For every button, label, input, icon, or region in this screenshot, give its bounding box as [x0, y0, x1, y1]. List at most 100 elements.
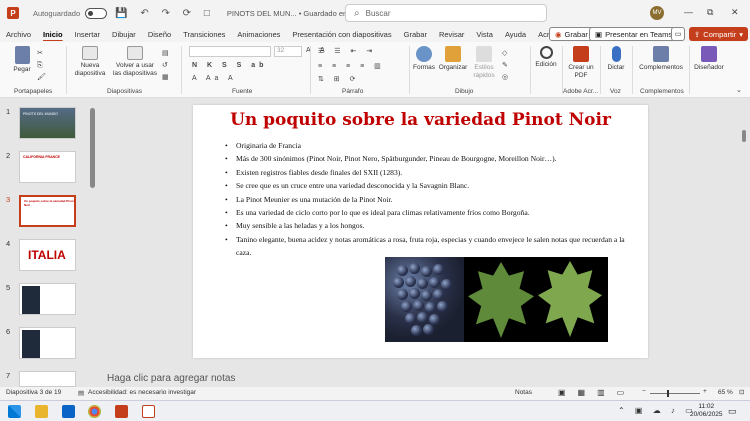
tab-archivo[interactable]: Archivo — [0, 30, 37, 39]
accessibility-status[interactable]: Accesibilidad: es necesario investigar — [88, 389, 196, 396]
thumb-number: 5 — [6, 283, 11, 292]
chrome-icon[interactable] — [88, 405, 101, 418]
quick-access-toolbar[interactable]: 💾 ↶ ↷ ⟳ □ — [115, 8, 215, 19]
zoom-out-icon[interactable]: − — [642, 388, 646, 395]
dictate-button[interactable]: Dictar — [603, 46, 629, 72]
thumb-number: 3 — [6, 195, 11, 204]
close-icon[interactable]: ✕ — [731, 7, 739, 18]
zoom-in-icon[interactable]: + — [703, 388, 707, 395]
minimize-icon[interactable]: — — [684, 7, 693, 17]
tab-animaciones[interactable]: Animaciones — [231, 30, 286, 39]
list-item: Es una variedad de ciclo corto por lo qu… — [223, 206, 633, 220]
grapes-photo[interactable] — [385, 257, 464, 342]
notifications-icon[interactable]: ▭ — [728, 406, 737, 417]
group-label-clipboard: Portapapeles — [14, 88, 53, 95]
list-indent-icons[interactable]: ☰ ☰ ⇤ ⇥ — [318, 47, 376, 55]
quick-styles-button[interactable]: Estilos rápidos — [470, 46, 498, 80]
thumb-number: 6 — [6, 327, 11, 336]
record-button[interactable]: ◉ Grabar — [549, 27, 594, 41]
present-in-teams-button[interactable]: ▣ Presentar en Teams — [589, 27, 679, 41]
arrange-button[interactable]: Organizar — [438, 46, 468, 72]
autosave-label: Autoguardado — [33, 8, 81, 18]
alignment-icons[interactable]: ≡ ≡ ≡ ≡ ▥ — [318, 62, 385, 70]
group-label-voice: Voz — [610, 88, 621, 95]
tab-inicio[interactable]: Inicio — [37, 30, 69, 39]
powerpoint-icon[interactable] — [115, 405, 128, 418]
outlook-icon[interactable] — [62, 405, 75, 418]
view-buttons[interactable]: ▣▦▥▭ — [558, 388, 636, 397]
new-slide-button[interactable]: Nueva diapositiva — [72, 46, 108, 78]
zoom-slider[interactable] — [650, 393, 700, 394]
new-slide-icon — [82, 46, 98, 60]
search-input[interactable]: ⌕ Buscar — [345, 4, 547, 22]
fit-slide-icon[interactable]: ⊡ — [739, 388, 744, 396]
comments-button[interactable]: ▭ — [671, 27, 685, 41]
addins-button[interactable]: Complementos — [636, 46, 686, 72]
layout-reset-section-icons[interactable]: ▤ ↺ ▦ — [162, 48, 169, 84]
thumbnail-slide-4[interactable]: ITALIA — [19, 239, 76, 271]
search-placeholder: Buscar — [365, 8, 391, 18]
spellcheck-icon[interactable]: ▤ — [78, 389, 84, 397]
bold-italic-underline-icons[interactable]: N K S S ab — [192, 62, 267, 69]
restore-icon[interactable]: ⧉ — [707, 7, 713, 18]
slide-bullet-list[interactable]: Originaria de Francia Más de 300 sinónim… — [223, 139, 633, 260]
thumbnail-slide-2[interactable]: CALIFORNIA FRANCE — [19, 151, 76, 183]
shapes-button[interactable]: Formas — [410, 46, 438, 72]
cut-copy-format-icons[interactable]: ✂ ⎘ 🖌 — [37, 48, 46, 84]
designer-button[interactable]: Diseñador — [690, 46, 728, 72]
tab-vista[interactable]: Vista — [470, 30, 499, 39]
editing-button[interactable]: Edición — [532, 46, 560, 69]
font-family-select[interactable] — [189, 46, 271, 57]
tab-revisar[interactable]: Revisar — [433, 30, 470, 39]
thumbnail-slide-7[interactable] — [19, 371, 76, 387]
pdf-icon — [573, 46, 589, 62]
text-direction-icons[interactable]: ⇅ ⊞ ⟳ — [318, 75, 360, 83]
notes-button[interactable]: Notas — [515, 389, 532, 396]
file-explorer-icon[interactable] — [35, 405, 48, 418]
clipboard-icon — [14, 46, 30, 64]
slide-canvas[interactable]: Un poquito sobre la variedad Pinot Noir … — [193, 105, 648, 358]
zoom-level[interactable]: 65 % — [718, 389, 733, 396]
autosave-toggle[interactable] — [85, 7, 108, 19]
powerpoint-logo-icon: P — [7, 7, 19, 19]
tab-insertar[interactable]: Insertar — [69, 30, 106, 39]
designer-icon — [701, 46, 717, 62]
share-icon: ⇪ — [694, 29, 701, 39]
editor-scrollbar[interactable] — [742, 130, 746, 142]
chevron-down-icon: ▾ — [739, 29, 743, 39]
thumbnail-slide-6[interactable] — [19, 327, 76, 359]
acrobat-icon[interactable] — [142, 405, 155, 418]
slide-thumbnails-pane: 1 PINOTS DEL MUNDO 2 CALIFORNIA FRANCE 3… — [0, 100, 88, 387]
zoom-slider-thumb[interactable] — [667, 390, 669, 397]
thumbnail-slide-1[interactable]: PINOTS DEL MUNDO — [19, 107, 76, 139]
addins-icon — [653, 46, 669, 62]
tab-ayuda[interactable]: Ayuda — [499, 30, 532, 39]
fill-outline-effects-icons[interactable]: ◇ ✎ ◎ — [502, 48, 508, 84]
slide-title[interactable]: Un poquito sobre la variedad Pinot Noir — [193, 110, 648, 130]
system-tray-icons[interactable]: ⌃ ▣ ☁ ♪ ▭ — [618, 406, 697, 415]
system-clock[interactable]: 11:02 20/06/2025 — [690, 403, 723, 419]
font-size-select[interactable]: 32 — [274, 46, 302, 57]
collapse-ribbon-icon[interactable]: ⌄ — [736, 86, 746, 94]
thumbnails-scrollbar[interactable] — [90, 104, 95, 376]
notes-placeholder[interactable]: Haga clic para agregar notas — [107, 373, 235, 384]
thumbnail-slide-3[interactable]: Un poquito sobre la variedad Pinot Noir — [19, 195, 76, 227]
create-pdf-button[interactable]: Crear un PDF — [566, 46, 596, 80]
list-item: Originaria de Francia — [223, 139, 633, 153]
tab-presentacion[interactable]: Presentación con diapositivas — [286, 30, 397, 39]
vine-leaves-photo[interactable] — [464, 257, 608, 342]
tab-grabar[interactable]: Grabar — [398, 30, 433, 39]
user-avatar[interactable]: MV — [650, 6, 664, 20]
share-button[interactable]: ⇪ Compartir ▾ — [689, 27, 748, 41]
tab-dibujar[interactable]: Dibujar — [106, 30, 142, 39]
font-color-icons[interactable]: A Aa A — [192, 75, 237, 82]
tab-transiciones[interactable]: Transiciones — [177, 30, 231, 39]
search-icon — [539, 46, 553, 59]
paste-button[interactable]: Pegar — [10, 46, 34, 74]
reuse-slides-button[interactable]: Volver a usar las diapositivas — [112, 46, 158, 78]
group-label-drawing: Dibujo — [455, 88, 474, 95]
windows-start-icon[interactable] — [8, 405, 21, 418]
thumbnail-slide-5[interactable] — [19, 283, 76, 315]
list-item: Muy sensible a las heladas y a los hongo… — [223, 219, 633, 233]
tab-diseno[interactable]: Diseño — [142, 30, 177, 39]
